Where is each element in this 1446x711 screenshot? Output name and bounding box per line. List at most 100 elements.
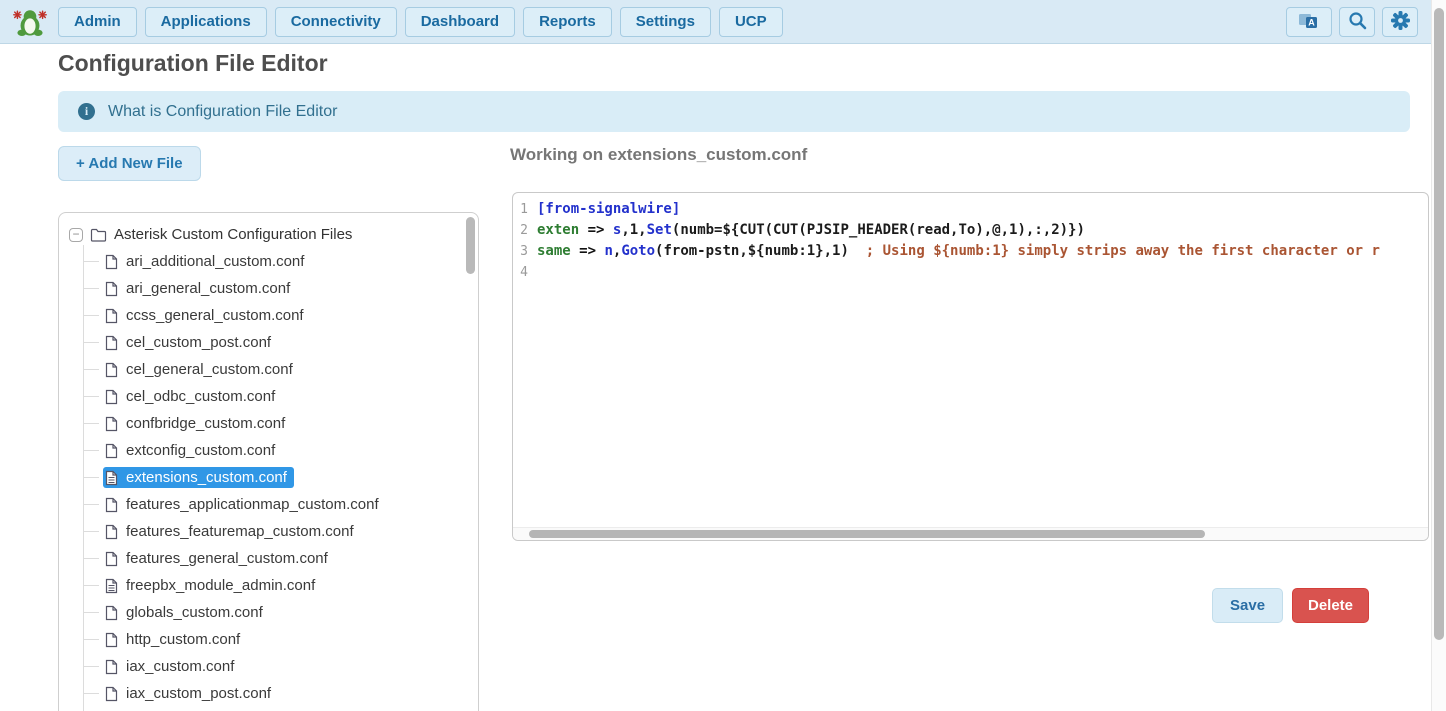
file-name: cel_general_custom.conf — [126, 361, 293, 378]
tree-file-item[interactable]: iax_custom_post.conf — [83, 680, 478, 707]
code-area[interactable]: 1[from-signalwire]2exten => s,1,Set(numb… — [513, 201, 1428, 285]
tree-root-node[interactable]: − Asterisk Custom Configuration Files — [67, 221, 478, 248]
nav-tab-settings[interactable]: Settings — [620, 7, 711, 37]
navbar-right-icons: A — [1286, 7, 1418, 37]
info-banner-text: What is Configuration File Editor — [108, 103, 337, 121]
tree-file-item[interactable]: ari_general_custom.conf — [83, 275, 478, 302]
file-icon — [105, 416, 118, 432]
delete-button[interactable]: Delete — [1292, 588, 1369, 623]
file-name: extensions_custom.conf — [126, 469, 287, 486]
tree-file-item[interactable]: features_general_custom.conf — [83, 545, 478, 572]
file-icon — [105, 632, 118, 648]
file-icon — [105, 281, 118, 297]
nav-tab-ucp[interactable]: UCP — [719, 7, 783, 37]
collapse-expander-icon[interactable]: − — [69, 228, 83, 242]
tree-file-item[interactable]: freepbx_module_admin.conf — [83, 572, 478, 599]
nav-tab-applications[interactable]: Applications — [145, 7, 267, 37]
tree-file-item[interactable]: http_custom.conf — [83, 626, 478, 653]
code-line-text: exten => s,1,Set(numb=${CUT(CUT(PJSIP_HE… — [537, 222, 1085, 243]
tree-file-item[interactable]: cel_general_custom.conf — [83, 356, 478, 383]
code-token: => — [571, 243, 605, 259]
language-icon: A — [1298, 11, 1320, 33]
code-editor[interactable]: 1[from-signalwire]2exten => s,1,Set(numb… — [512, 192, 1429, 541]
nav-tab-dashboard[interactable]: Dashboard — [405, 7, 515, 37]
nav-tab-connectivity[interactable]: Connectivity — [275, 7, 397, 37]
tree-file-item[interactable]: confbridge_custom.conf — [83, 410, 478, 437]
line-number: 2 — [513, 222, 537, 243]
file-icon — [105, 551, 118, 567]
tree-file-item[interactable]: iax_custom.conf — [83, 653, 478, 680]
tree-scrollbar[interactable] — [466, 217, 475, 274]
file-name: ari_general_custom.conf — [126, 280, 290, 297]
file-tree-panel: − Asterisk Custom Configuration Files ar… — [58, 212, 479, 711]
settings-gear-button[interactable] — [1382, 7, 1418, 37]
page-scrollbar-track — [1431, 0, 1446, 711]
code-token: [from-signalwire] — [537, 201, 680, 217]
file-icon — [105, 335, 118, 351]
file-icon — [105, 443, 118, 459]
code-line-text: same => n,Goto(from-pstn,${numb:1},1) ; … — [537, 243, 1380, 264]
tree-file-item[interactable]: features_applicationmap_custom.conf — [83, 491, 478, 518]
tree-file-item[interactable]: globals_custom.conf — [83, 599, 478, 626]
line-number: 3 — [513, 243, 537, 264]
code-line[interactable]: 2exten => s,1,Set(numb=${CUT(CUT(PJSIP_H… — [513, 222, 1428, 243]
file-icon — [105, 308, 118, 324]
line-number: 4 — [513, 264, 537, 285]
file-icon — [105, 659, 118, 675]
code-token: => — [579, 222, 613, 238]
editor-horizontal-scrollbar[interactable] — [529, 530, 1205, 538]
tree-file-item[interactable]: features_featuremap_custom.conf — [83, 518, 478, 545]
file-name: ari_additional_custom.conf — [126, 253, 304, 270]
add-new-file-button[interactable]: + Add New File — [58, 146, 201, 181]
file-name: features_applicationmap_custom.conf — [126, 496, 379, 513]
code-token: ; Using ${numb:1} simply strips away the… — [849, 243, 1380, 259]
file-name: cel_odbc_custom.conf — [126, 388, 275, 405]
code-token: ,1, — [621, 222, 646, 238]
file-icon — [105, 524, 118, 540]
tree-file-item[interactable]: ari_additional_custom.conf — [83, 248, 478, 275]
svg-text:A: A — [1308, 17, 1315, 27]
folder-icon — [90, 228, 107, 242]
tree-file-item[interactable]: cel_odbc_custom.conf — [83, 383, 478, 410]
file-name: freepbx_module_admin.conf — [126, 577, 315, 594]
file-name: http_custom.conf — [126, 631, 240, 648]
code-line[interactable]: 1[from-signalwire] — [513, 201, 1428, 222]
file-name: iax_custom_post.conf — [126, 685, 271, 702]
main-menu: Admin Applications Connectivity Dashboar… — [58, 7, 783, 37]
tree-file-list: ari_additional_custom.conf ari_general_cu… — [83, 248, 478, 711]
tree-file-item[interactable]: iax_general_custom.conf — [83, 707, 478, 711]
tree-file-item[interactable]: extconfig_custom.conf — [83, 437, 478, 464]
top-navbar: Admin Applications Connectivity Dashboar… — [0, 0, 1446, 44]
file-icon — [105, 605, 118, 621]
code-token: Goto — [621, 243, 655, 259]
tree-root-label: Asterisk Custom Configuration Files — [114, 226, 352, 243]
line-number: 1 — [513, 201, 537, 222]
file-name: ccss_general_custom.conf — [126, 307, 304, 324]
tree-file-item[interactable]: extensions_custom.conf — [83, 464, 478, 491]
nav-tab-reports[interactable]: Reports — [523, 7, 612, 37]
language-button[interactable]: A — [1286, 7, 1332, 37]
editor-horizontal-scrollbar-track — [513, 527, 1428, 540]
file-content-icon — [105, 578, 118, 594]
tree-file-item[interactable]: ccss_general_custom.conf — [83, 302, 478, 329]
code-line[interactable]: 4 — [513, 264, 1428, 285]
page-scrollbar[interactable] — [1434, 8, 1444, 640]
file-icon — [105, 389, 118, 405]
tree-file-item[interactable]: cel_custom_post.conf — [83, 329, 478, 356]
save-button[interactable]: Save — [1212, 588, 1283, 623]
page-title: Configuration File Editor — [58, 50, 328, 77]
search-button[interactable] — [1339, 7, 1375, 37]
code-token: Set — [647, 222, 672, 238]
code-token: exten — [537, 222, 579, 238]
file-name: cel_custom_post.conf — [126, 334, 271, 351]
freepbx-frog-logo[interactable] — [12, 6, 48, 38]
file-icon — [105, 254, 118, 270]
file-content-icon — [105, 470, 118, 486]
file-icon — [105, 497, 118, 513]
file-icon — [105, 686, 118, 702]
code-line[interactable]: 3same => n,Goto(from-pstn,${numb:1},1) ;… — [513, 243, 1428, 264]
nav-tab-admin[interactable]: Admin — [58, 7, 137, 37]
info-banner[interactable]: i What is Configuration File Editor — [58, 91, 1410, 132]
file-name: features_general_custom.conf — [126, 550, 328, 567]
file-name: features_featuremap_custom.conf — [126, 523, 354, 540]
